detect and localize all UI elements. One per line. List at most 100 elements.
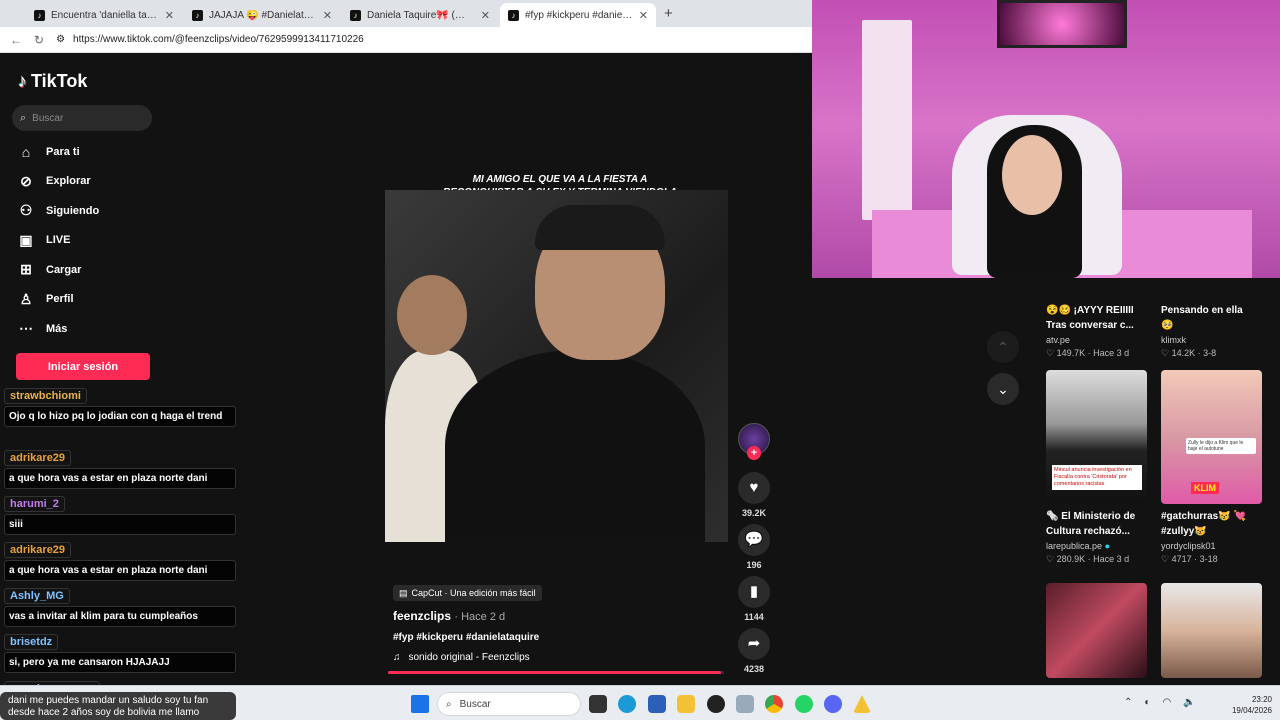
new-tab-icon[interactable]: + xyxy=(664,5,673,22)
network-icon[interactable]: ◐ xyxy=(1144,697,1150,708)
card-title: Pensando en ella 🥺 xyxy=(1161,303,1265,333)
card-title-line: 🗞️ El Ministerio de xyxy=(1046,511,1136,522)
chat-message: harumi_2 siii xyxy=(4,494,236,535)
share-button[interactable]: ➦ 4238 xyxy=(738,628,770,674)
chat-username[interactable]: brisetdz xyxy=(4,634,59,650)
thumbnail-headline: Mincul anuncia investigación en Fiscalía… xyxy=(1052,465,1142,490)
chat-text: vas a invitar al klim para tu cumpleaños xyxy=(4,606,236,627)
browser-tab[interactable]: ♪ JAJAJA 😜 #Danielataquire #TikTok ✕ xyxy=(184,3,340,27)
reload-icon[interactable]: ↻ xyxy=(34,33,44,47)
chat-username[interactable]: adrikare29 xyxy=(4,542,72,558)
chat-message: adrikare29 a que hora vas a estar en pla… xyxy=(4,448,236,489)
capcut-badge[interactable]: ▤ CapCut · Una edición más fácil xyxy=(393,585,542,601)
close-tab-icon[interactable]: ✕ xyxy=(165,9,174,22)
home-icon: ⌂ xyxy=(21,143,31,160)
related-video-card[interactable] xyxy=(1046,583,1150,678)
card-title-line: #zullyy😿 xyxy=(1161,526,1207,537)
video-progress-bar[interactable] xyxy=(388,671,724,674)
sidebar-item-explorar[interactable]: ⊘ Explorar xyxy=(18,173,99,191)
discord-icon[interactable] xyxy=(824,695,842,713)
next-video-button[interactable]: ⌄ xyxy=(987,373,1019,405)
video-hashtags[interactable]: #fyp #kickperu #danielataquire xyxy=(393,632,539,643)
tiktok-logo[interactable]: ♪ TikTok xyxy=(18,71,87,92)
sidebar-item-cargar[interactable]: ⊞ Cargar xyxy=(18,261,99,279)
video-author[interactable]: feenzclips · Hace 2 d xyxy=(393,609,505,623)
search-input[interactable]: ⌕ Buscar xyxy=(12,105,152,131)
back-icon[interactable]: ← xyxy=(10,33,22,47)
related-video-card[interactable] xyxy=(1161,583,1265,678)
taskbar-clock[interactable]: 23:20 19/04/2026 xyxy=(1226,694,1272,716)
sidebar-item-perfil[interactable]: ♙ Perfil xyxy=(18,291,99,309)
chrome-icon[interactable] xyxy=(765,695,783,713)
webcam-shelf xyxy=(862,20,912,220)
sidebar-item-mas[interactable]: ⋯ Más xyxy=(18,320,99,338)
browser-tab[interactable]: ♪ Daniela Taquire🎀 (@danielataquire) ✕ xyxy=(342,3,498,27)
sidebar-nav: ⌂ Para ti ⊘ Explorar ⚇ Siguiendo ▣ LIVE ⊞ Car… xyxy=(18,143,99,338)
chat-username[interactable]: adrikare29 xyxy=(4,450,72,466)
video-progress-fill xyxy=(388,671,721,674)
store-icon[interactable] xyxy=(648,695,666,713)
close-tab-icon[interactable]: ✕ xyxy=(639,9,648,22)
video-player[interactable] xyxy=(385,190,728,542)
search-icon: ⌕ xyxy=(446,698,452,710)
chat-username[interactable]: strawbchiomi xyxy=(4,388,87,404)
related-video-card[interactable]: Zully le dijo a Klim que le baje el auto… xyxy=(1161,370,1265,565)
sidebar-item-label: Siguiendo xyxy=(46,204,100,217)
warning-icon[interactable] xyxy=(853,695,871,713)
related-video-card[interactable]: 😵🥴 ¡AYYY REIIIII Tras conversar c... atv.… xyxy=(1046,298,1150,359)
close-tab-icon[interactable]: ✕ xyxy=(323,9,332,22)
volume-icon[interactable]: 🔈 xyxy=(1183,697,1195,708)
sidebar-item-live[interactable]: ▣ LIVE xyxy=(18,232,99,250)
browser-tab[interactable]: ♪ Encuentra 'daniella taquire' en TikTok ✕ xyxy=(26,3,182,27)
app-icon[interactable] xyxy=(736,695,754,713)
browser-tab-active[interactable]: ♪ #fyp #kickperu #danielataquire | d ✕ xyxy=(500,3,656,27)
card-source: yordyclipsk01 xyxy=(1161,541,1216,551)
card-title-line: Cultura rechazó... xyxy=(1046,526,1130,537)
url-field[interactable]: ⚙ https://www.tiktok.com/@feenzclips/vide… xyxy=(56,34,812,45)
heart-outline-icon: ♡ xyxy=(1161,554,1170,564)
tiktok-favicon-icon: ♪ xyxy=(350,9,361,21)
taskbar-search[interactable]: ⌕ Buscar xyxy=(437,692,581,716)
file-explorer-icon[interactable] xyxy=(677,695,695,713)
follow-plus-icon[interactable]: + xyxy=(747,446,761,460)
site-info-icon[interactable]: ⚙ xyxy=(56,34,65,45)
sidebar-item-siguiendo[interactable]: ⚇ Siguiendo xyxy=(18,202,99,220)
close-tab-icon[interactable]: ✕ xyxy=(481,9,490,22)
save-button[interactable]: ▮ 1144 xyxy=(738,576,770,622)
video-person-hair xyxy=(535,205,665,250)
video-music[interactable]: ♫ sonido original - Feenzclips xyxy=(393,652,530,663)
related-video-card[interactable]: Mincul anuncia investigación en Fiscalía… xyxy=(1046,370,1150,565)
related-video-card[interactable]: Pensando en ella 🥺 klimxk ♡ 14.2K · 3-8 xyxy=(1161,298,1265,359)
whatsapp-icon[interactable] xyxy=(795,695,813,713)
verified-icon: ● xyxy=(1104,541,1110,551)
more-icon: ⋯ xyxy=(19,320,33,337)
comment-button[interactable]: 💬 196 xyxy=(738,524,770,570)
login-button[interactable]: Iniciar sesión xyxy=(16,353,150,380)
card-title: #gatchurras😿 💘 #zullyy😿 xyxy=(1161,509,1265,539)
tiktok-favicon-icon: ♪ xyxy=(192,9,203,21)
chat-username[interactable]: Ashly_MG xyxy=(4,588,70,604)
wifi-icon[interactable]: ◠ xyxy=(1162,697,1171,708)
task-view-icon[interactable] xyxy=(589,695,607,713)
card-title-line: 😵🥴 ¡AYYY REIIIII xyxy=(1046,305,1134,316)
chat-username[interactable]: harumi_2 xyxy=(4,496,65,512)
comment-icon: 💬 xyxy=(738,524,770,556)
obs-icon[interactable] xyxy=(707,695,725,713)
previous-video-button[interactable]: ⌃ xyxy=(987,331,1019,363)
comment-count: 196 xyxy=(746,560,762,570)
card-source: larepublica.pe ● xyxy=(1046,541,1150,551)
tiktok-favicon-icon: ♪ xyxy=(34,9,45,21)
sidebar-item-label: Para ti xyxy=(46,145,80,158)
music-note-icon: ♫ xyxy=(393,652,401,663)
chevron-up-icon[interactable]: ⌃ xyxy=(1124,697,1132,708)
chat-text: a que hora vas a estar en plaza norte da… xyxy=(4,468,236,489)
save-count: 1144 xyxy=(744,612,764,622)
edge-icon[interactable] xyxy=(618,695,636,713)
chat-text: a que hora vas a estar en plaza norte da… xyxy=(4,560,236,581)
thumbnail-tag: KLIM xyxy=(1191,482,1219,494)
windows-start-icon[interactable] xyxy=(411,695,429,713)
live-icon: ▣ xyxy=(19,231,33,248)
like-button[interactable]: ♥ 39.2K xyxy=(738,472,770,518)
clock-time: 23:20 xyxy=(1251,695,1272,704)
sidebar-item-para-ti[interactable]: ⌂ Para ti xyxy=(18,143,99,161)
